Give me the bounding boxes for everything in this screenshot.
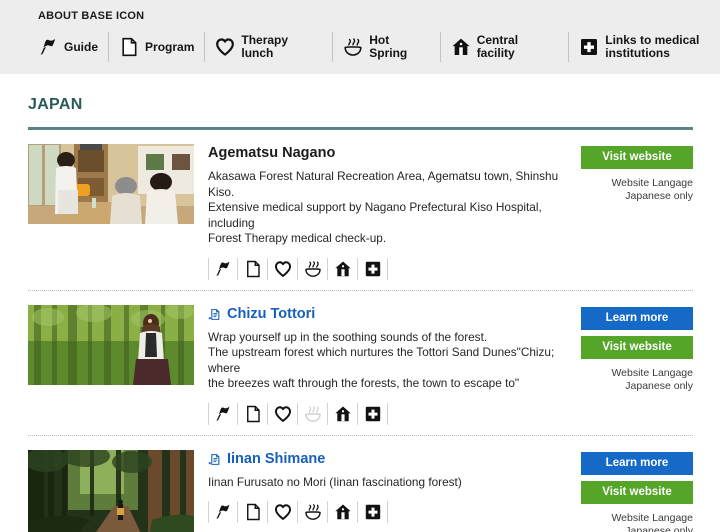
visit-website-button[interactable]: Visit website (581, 480, 693, 504)
entry-medical-cross-icon (358, 501, 388, 523)
entry-body: Iinan Shimane Iinan Furusato no Mori (Iin… (208, 450, 581, 532)
hot-spring-icon (343, 37, 363, 57)
entry-description-line: Forest Therapy medical check-up. (208, 231, 387, 245)
legend-item-label: Program (145, 39, 195, 54)
legend-item-guide: Guide (38, 32, 110, 62)
entry-hot-spring-icon (298, 257, 328, 280)
entry-body: Agematsu Nagano Akasawa Forest Natural Re… (208, 144, 581, 280)
entry-description-line: Akasawa Forest Natural Recreation Area, … (208, 169, 559, 199)
legend-item-label: Therapy lunch (241, 33, 289, 60)
entry-actions: Learn more Visit website Website Langage Ja… (581, 305, 693, 425)
entry-thumbnail[interactable] (28, 449, 194, 532)
japan-section: JAPAN Agematsu Nagano Akasawa Forest Natu… (0, 96, 720, 532)
heart-icon (215, 37, 235, 57)
document-icon (119, 37, 139, 57)
entry-heart-icon (268, 501, 298, 523)
legend-item-label: Central facility (476, 33, 519, 60)
legend-item-therapy-lunch: Therapy lunch (215, 32, 334, 62)
website-language-note: Website Langage (611, 177, 693, 189)
entry-title[interactable]: Iinan Shimane (208, 451, 571, 468)
entry-house-icon (328, 257, 358, 280)
entry-hot-spring-icon (298, 501, 328, 523)
entry-title-text: Agematsu Nagano (208, 145, 336, 161)
house-icon (451, 37, 471, 57)
entry-heart-icon (268, 257, 298, 280)
entry-heart-icon (268, 402, 298, 425)
entry-description: Iinan Furusato no Mori (Iinan fascinatio… (208, 475, 571, 491)
entry-actions: Visit website Website Langage Japanese onl… (581, 144, 693, 280)
entry-description-line: Iinan Furusato no Mori (Iinan fascinatio… (208, 474, 462, 489)
entry-document-icon (238, 257, 268, 280)
legend-item-program: Program (119, 32, 206, 62)
legend-item-label: Hot Spring (369, 33, 408, 60)
entry-list: Agematsu Nagano Akasawa Forest Natural Re… (28, 130, 720, 532)
entry-item: Chizu Tottori Wrap yourself up in the soo… (28, 289, 693, 435)
legend-item-central-facility: Central facility (451, 32, 570, 62)
entry-description-line: The upstream forest which nurtures the T… (208, 345, 555, 375)
website-language-note: Website Langage (611, 511, 693, 524)
entry-thumbnail[interactable] (28, 304, 194, 385)
entry-flag-icon (208, 501, 238, 523)
entry-flag-icon (208, 402, 238, 425)
learn-more-button[interactable]: Learn more (581, 306, 693, 330)
legend-item-label: Links to medical institutions (605, 33, 700, 60)
visit-website-button[interactable]: Visit website (581, 146, 693, 169)
legend-bar: ABOUT BASE ICON Guide Program Therapy lunc… (0, 0, 720, 74)
entry-description-line: the breezes waft through the forests, th… (208, 376, 520, 390)
legend-item-links-to-medical-institutions: Links to medical institutions (579, 32, 710, 62)
entry-thumbnail[interactable] (28, 144, 194, 224)
entry-actions: Learn more Visit website Website Langage Ja… (581, 450, 693, 532)
entry-medical-cross-icon (358, 402, 388, 425)
entry-document-icon (238, 402, 268, 425)
website-language-value: Japanese only (625, 379, 693, 392)
learn-more-button[interactable]: Learn more (581, 451, 693, 475)
entry-body: Chizu Tottori Wrap yourself up in the soo… (208, 305, 581, 425)
entry-description: Akasawa Forest Natural Recreation Area, … (208, 169, 571, 247)
entry-icon-row (208, 501, 571, 523)
entry-hot-spring-icon-disabled (298, 402, 328, 425)
entry-item: Agematsu Nagano Akasawa Forest Natural Re… (28, 130, 693, 290)
entry-icon-row (208, 402, 571, 425)
entry-description-line: Wrap yourself up in the soothing sounds … (208, 329, 488, 344)
entry-title: Agematsu Nagano (208, 145, 571, 162)
entry-title-text: Chizu Tottori (227, 305, 316, 322)
entry-house-icon (328, 402, 358, 425)
section-title: JAPAN (28, 96, 83, 113)
entry-description-line: Extensive medical support by Nagano Pref… (208, 200, 542, 230)
legend-title: ABOUT BASE ICON (38, 10, 145, 22)
legend-items: Guide Program Therapy lunch Hot Spring Centr… (38, 32, 720, 62)
entry-title-text: Iinan Shimane (227, 450, 326, 467)
entry-description: Wrap yourself up in the soothing sounds … (208, 330, 571, 392)
website-language-value: Japanese only (625, 190, 693, 202)
visit-website-button[interactable]: Visit website (581, 335, 693, 359)
entry-icon-row (208, 257, 571, 280)
page-link-icon (208, 453, 221, 466)
medical-cross-icon (579, 37, 599, 57)
website-language-note: Website Langage (611, 366, 693, 379)
entry-medical-cross-icon (358, 257, 388, 280)
entry-document-icon (238, 501, 268, 523)
legend-item-label: Guide (64, 39, 99, 54)
page-link-icon (208, 308, 221, 321)
entry-item: Iinan Shimane Iinan Furusato no Mori (Iin… (28, 434, 693, 532)
website-language-value: Japanese only (625, 524, 693, 532)
legend-item-hot-spring: Hot Spring (343, 32, 441, 62)
entry-house-icon (328, 501, 358, 523)
entry-flag-icon (208, 257, 238, 280)
flag-icon (38, 37, 58, 57)
entry-title[interactable]: Chizu Tottori (208, 306, 571, 323)
